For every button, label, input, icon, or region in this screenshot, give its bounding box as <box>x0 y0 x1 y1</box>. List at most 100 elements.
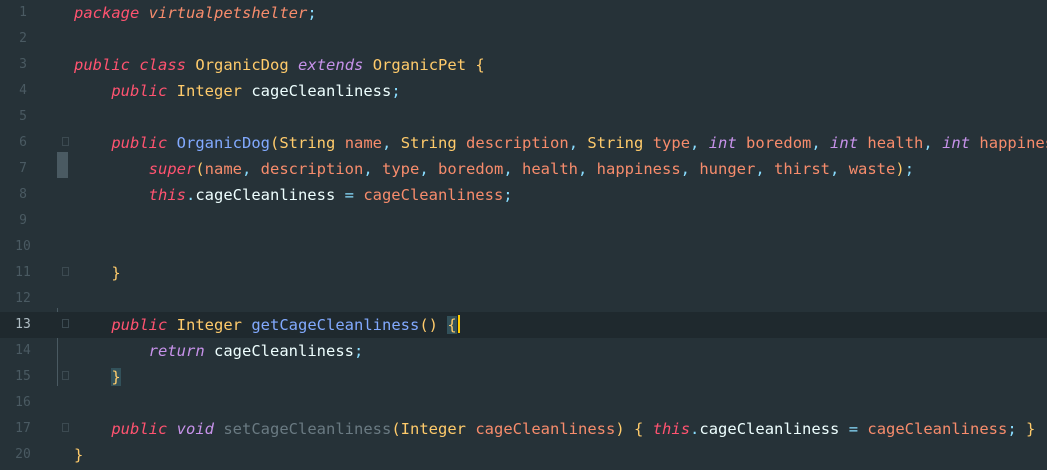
fold-marker-icon[interactable] <box>62 137 71 148</box>
code-token: ( <box>195 160 205 178</box>
code-token: () <box>419 316 438 334</box>
code-line[interactable]: 9 <box>0 208 1047 234</box>
code-line[interactable]: 5 <box>0 104 1047 130</box>
code-token: , <box>690 134 709 152</box>
code-line[interactable]: 20} <box>0 442 1047 468</box>
line-number: 2 <box>19 31 27 46</box>
code-token: } <box>74 446 84 464</box>
code-line[interactable]: 15 } <box>0 364 1047 390</box>
code-token: , <box>755 160 775 178</box>
code-token: this <box>652 420 691 438</box>
code-line[interactable]: 8 this.cageCleanliness = cageCleanliness… <box>0 182 1047 208</box>
code-line[interactable]: 12 <box>0 286 1047 312</box>
code-token: void <box>176 420 214 438</box>
text-caret <box>457 315 460 333</box>
code-token: ; <box>307 4 317 22</box>
code-line[interactable]: 13 public Integer getCageCleanliness() { <box>0 312 1047 338</box>
code-text: public OrganicDog(String name, String de… <box>74 130 1047 156</box>
line-number: 17 <box>15 421 31 436</box>
code-token: . <box>690 420 700 438</box>
code-token: ( <box>270 134 280 152</box>
code-token: { <box>447 316 457 334</box>
code-token: ; <box>391 82 401 100</box>
code-token: cageCleanliness <box>363 186 504 204</box>
code-token: happiness <box>979 134 1047 152</box>
code-token: public <box>111 134 168 152</box>
code-token: , <box>811 134 831 152</box>
code-line[interactable]: 1 package virtualpetshelter; <box>0 0 1047 26</box>
code-token: int <box>830 134 859 152</box>
code-token: OrganicDog <box>195 56 289 74</box>
code-line[interactable]: 2 <box>0 26 1047 52</box>
code-text: this.cageCleanliness = cageCleanliness; <box>74 182 513 208</box>
code-text: package virtualpetshelter; <box>74 0 317 26</box>
code-line[interactable]: 3 public class OrganicDog extends Organic… <box>0 52 1047 78</box>
code-token: extends <box>298 56 364 74</box>
code-token: class <box>139 56 187 74</box>
code-token: type <box>382 160 420 178</box>
code-token: happiness <box>596 160 681 178</box>
fold-marker-icon[interactable] <box>62 371 71 382</box>
code-editor[interactable]: 1 package virtualpetshelter; 2 3 public clas… <box>0 0 1047 470</box>
code-token: , <box>923 134 943 152</box>
code-token: name <box>204 160 242 178</box>
code-line[interactable]: 16 <box>0 390 1047 416</box>
code-line[interactable]: 10 <box>0 234 1047 260</box>
code-token: cageCleanliness <box>195 186 336 204</box>
fold-marker-icon[interactable] <box>62 423 71 434</box>
code-token: virtualpetshelter <box>148 4 308 22</box>
code-text: } <box>74 364 121 390</box>
line-number: 10 <box>15 239 31 254</box>
code-token: OrganicPet <box>372 56 467 74</box>
code-token: super <box>148 160 196 178</box>
code-token: . <box>185 186 196 204</box>
code-token: ; <box>353 342 364 360</box>
code-token: description <box>466 134 569 152</box>
code-token: String <box>279 134 336 152</box>
code-token: public <box>111 420 168 438</box>
code-line[interactable]: 11 } <box>0 260 1047 286</box>
code-token: return <box>148 342 205 360</box>
code-token: ) <box>895 160 905 178</box>
code-token: , <box>382 134 401 152</box>
line-number: 11 <box>15 265 31 280</box>
line-number: 3 <box>19 57 27 72</box>
code-line[interactable]: 4 public Integer cageCleanliness; <box>0 78 1047 104</box>
code-token: } <box>111 264 121 282</box>
code-token: this <box>148 186 186 204</box>
code-line[interactable]: 6 public OrganicDog(String name, String … <box>0 130 1047 156</box>
code-token: , <box>419 160 438 178</box>
line-number: 15 <box>15 369 31 384</box>
code-line[interactable]: 17 public void setCageCleanliness(Intege… <box>0 416 1047 442</box>
line-number: 5 <box>19 109 27 124</box>
code-text: public Integer getCageCleanliness() { <box>74 312 460 338</box>
code-token: cageCleanliness <box>214 342 354 360</box>
code-token: ( <box>391 420 401 438</box>
code-token: ; <box>904 160 915 178</box>
line-number: 9 <box>19 213 27 228</box>
line-number: 1 <box>19 5 27 20</box>
code-token: cageCleanliness <box>251 82 392 100</box>
code-text: public Integer cageCleanliness; <box>74 78 401 104</box>
code-token: String <box>587 134 644 152</box>
code-token: description <box>260 160 364 178</box>
code-token: } <box>111 368 121 386</box>
fold-marker-icon[interactable] <box>62 267 71 278</box>
code-token: public <box>111 316 168 334</box>
code-token: Integer <box>176 316 242 334</box>
code-line[interactable]: 14 return cageCleanliness; <box>0 338 1047 364</box>
code-line[interactable]: 7 super(name, description, type, boredom… <box>0 156 1047 182</box>
fold-marker-icon[interactable] <box>62 319 71 330</box>
